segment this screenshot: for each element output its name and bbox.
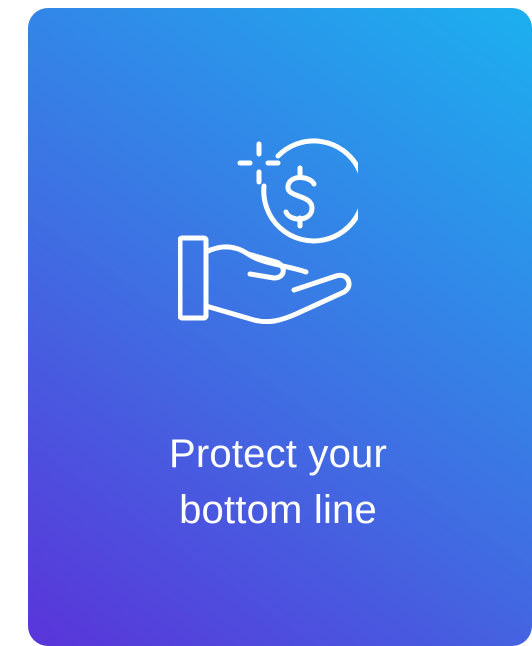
headline-line-1: Protect your bbox=[168, 432, 388, 476]
hand-holding-dollar-icon bbox=[178, 134, 358, 324]
headline-line-2: bottom line bbox=[179, 488, 377, 532]
card-headline: Protect your bottom line bbox=[28, 426, 528, 538]
feature-card: Protect your bottom line bbox=[28, 8, 532, 646]
